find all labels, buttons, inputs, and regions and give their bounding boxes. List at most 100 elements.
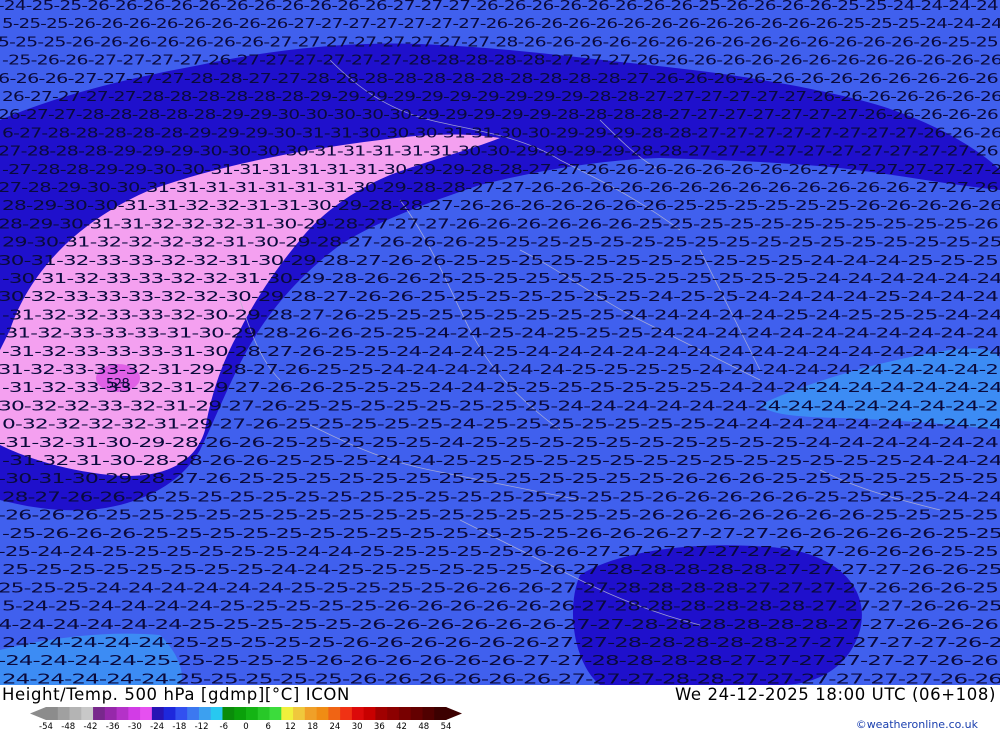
contour-label-row: -31-32-33-33-32-31-29-27-26-26-25-25-25-… bbox=[2, 381, 1000, 396]
contour-label-row: -31-32-31-30-29-28-26-26-25-25-25-25-25-… bbox=[0, 436, 998, 451]
scale-tick-label: -18 bbox=[172, 722, 187, 732]
contour-label-row: 31-32-33-33-32-31-29-28-27-26-25-25-24-2… bbox=[0, 363, 998, 378]
map-datetime: We 24-12-2025 18:00 UTC (06+108) bbox=[674, 685, 996, 704]
scale-swatch bbox=[81, 707, 94, 720]
scale-swatch bbox=[398, 707, 412, 720]
contour-label-row: -31-32-33-33-33-31-30-28-27-26-25-25-24-… bbox=[2, 345, 1000, 360]
contour-label-row: 5-25-25-26-26-26-26-26-26-26-27-27-27-27… bbox=[0, 35, 998, 50]
scale-swatch bbox=[434, 707, 447, 720]
color-scale-labels: -54 -48 -42 -36 -30 -24 -18 -12 -6 0 6 12 18 24 30 36 42… bbox=[34, 722, 466, 733]
scale-swatch bbox=[293, 707, 306, 720]
scale-swatch bbox=[340, 707, 353, 720]
contour-label-row: -27-28-28-29-29-30-30-31-31-31-31-31-31-… bbox=[2, 163, 1000, 178]
scale-swatch bbox=[304, 707, 317, 720]
scale-swatch bbox=[187, 707, 200, 720]
contour-label-row: 30-32-33-33-33-32-32-30-29-28-27-26-26-2… bbox=[0, 290, 998, 305]
contour-label-row: -25-26-26-27-27-27-27-26-27-27-27-27-27-… bbox=[2, 54, 1000, 69]
scale-swatch bbox=[116, 707, 129, 720]
contour-label-row: 29-30-31-32-32-32-32-31-30-29-28-27-26-2… bbox=[2, 236, 1000, 251]
contour-label-row: 30-32-32-33-32-31-29-27-26-25-25-25-25-2… bbox=[0, 399, 998, 414]
contour-label-row: -31-32-33-33-33-31-30-29-28-26-26-25-25-… bbox=[0, 327, 998, 342]
contour-label-row: -31-32-31-30-28-28-26-26-25-25-25-24-24-… bbox=[2, 454, 1000, 469]
contour-label-row: 28-29-30-31-31-32-32-32-31-30-29-28-27-2… bbox=[0, 217, 998, 232]
contour-label-row: -26-26-26-25-25-25-25-25-25-25-25-25-25-… bbox=[0, 509, 998, 524]
scale-swatch bbox=[57, 707, 70, 720]
scale-tick-label: 54 bbox=[440, 722, 452, 732]
contour-label-row: 24-24-24-24-24-25-25-25-25-25-26-26-26-2… bbox=[2, 672, 1000, 685]
scale-tick-label: 42 bbox=[396, 722, 407, 732]
scale-swatch bbox=[316, 707, 329, 720]
scale-swatch bbox=[422, 707, 435, 720]
scale-tick-label: -24 bbox=[150, 722, 165, 732]
scale-swatch bbox=[246, 707, 259, 720]
scale-tick-label: 24 bbox=[329, 722, 341, 732]
contour-label-row: 0-32-32-32-32-31-29-27-26-25-25-25-25-25… bbox=[2, 418, 1000, 433]
scale-swatch bbox=[140, 707, 153, 720]
scale-swatch bbox=[222, 707, 235, 720]
scale-tick-label: 18 bbox=[307, 722, 319, 732]
map-title: Height/Temp. 500 hPa [gdmp][°C] ICON bbox=[2, 685, 350, 704]
scale-swatch bbox=[104, 707, 117, 720]
contour-label-row: 28-29-30-30-31-31-32-32-31-31-30-29-28-2… bbox=[2, 199, 1000, 214]
contour-label-row: -24-24-24-24-25-25-25-25-25-26-26-26-26-… bbox=[0, 654, 998, 669]
contour-label-row: 28-27-26-26-26-25-25-25-25-25-25-25-25-2… bbox=[2, 490, 1000, 505]
scale-tick-label: -6 bbox=[219, 722, 229, 732]
scale-swatch bbox=[363, 707, 376, 720]
contour-label-row: 5-25-25-26-26-26-26-26-26-26-26-27-27-27… bbox=[2, 17, 1000, 32]
scale-swatch bbox=[351, 707, 365, 720]
contour-label-row: 24-24-24-24-24-25-25-25-25-25-26-26-26-2… bbox=[2, 636, 1000, 651]
scale-swatch bbox=[410, 707, 423, 720]
scale-tick-label: -12 bbox=[194, 722, 209, 732]
scale-swatch bbox=[328, 707, 341, 720]
scale-arrow-right bbox=[446, 707, 462, 720]
contour-label-row: 26-27-27-28-28-28-28-28-29-29-30-30-30-3… bbox=[0, 108, 998, 123]
scale-tick-label: 0 bbox=[243, 722, 249, 732]
scale-swatch bbox=[257, 707, 270, 720]
scale-swatch bbox=[151, 707, 165, 720]
scale-swatch bbox=[375, 707, 388, 720]
contour-label-row: -25-24-24-25-25-25-25-25-25-24-24-25-25-… bbox=[0, 545, 998, 560]
contour-label-row: 26-27-27-27-27-28-28-28-28-28-28-29-29-2… bbox=[2, 90, 1000, 105]
map-canvas: -24-25-25-26-26-26-26-26-26-26-26-26-26-… bbox=[0, 0, 1000, 685]
contour-label-row: 6-27-28-28-28-28-28-29-29-29-30-31-31-30… bbox=[2, 126, 1000, 141]
scale-arrow-left bbox=[30, 707, 46, 720]
scale-tick-label: 48 bbox=[418, 722, 430, 732]
scale-tick-label: -54 bbox=[39, 722, 53, 732]
scale-swatch bbox=[128, 707, 141, 720]
contour-label-row: 5-24-25-24-24-24-24-25-25-25-25-25-26-26… bbox=[2, 600, 1000, 615]
scale-tick-label: -36 bbox=[105, 722, 120, 732]
contour-label-row: 30-31-32-33-33-32-32-31-30-29-28-27-26-2… bbox=[0, 254, 998, 269]
contour-label-row: 25-25-25-25-25-25-25-25-24-24-25-25-25-2… bbox=[2, 563, 1000, 578]
contour-label-row: -25-26-26-26-25-25-25-25-25-25-25-25-25-… bbox=[2, 527, 1000, 542]
scale-tick-label: -48 bbox=[61, 722, 76, 732]
contour-label-row: 27-28-29-30-30-31-31-31-31-31-31-31-30-2… bbox=[0, 181, 998, 196]
scale-tick-label: 6 bbox=[265, 722, 271, 732]
scale-tick-label: 30 bbox=[351, 722, 363, 732]
contour-label-row: -30-31-32-33-33-32-32-31-30-29-28-26-26-… bbox=[2, 272, 1000, 287]
scale-swatch bbox=[234, 707, 247, 720]
scale-swatch bbox=[175, 707, 188, 720]
scale-swatch bbox=[163, 707, 176, 720]
contour-label-row: 6-26-26-27-27-27-27-28-28-27-27-28-28-28… bbox=[0, 72, 998, 87]
scale-tick-label: 36 bbox=[373, 722, 385, 732]
contour-label-row: -31-32-32-33-33-32-30-29-28-27-26-25-25-… bbox=[2, 308, 1000, 323]
scale-swatch bbox=[387, 707, 400, 720]
weather-map: -24-25-25-26-26-26-26-26-26-26-26-26-26-… bbox=[0, 0, 1000, 685]
scale-swatch bbox=[198, 707, 212, 720]
contour-label-row: 4-24-24-24-24-24-25-25-25-25-25-26-26-26… bbox=[0, 618, 998, 633]
contour-label-row: -24-25-25-26-26-26-26-26-26-26-26-26-26-… bbox=[0, 0, 998, 14]
scale-tick-label: 12 bbox=[285, 722, 296, 732]
scale-tick-label: -42 bbox=[83, 722, 98, 732]
scale-swatch bbox=[46, 707, 59, 720]
contour-label-row: 25-25-25-24-24-24-24-24-24-25-25-25-25-2… bbox=[0, 581, 998, 596]
scale-swatch bbox=[281, 707, 294, 720]
map-footer: Height/Temp. 500 hPa [gdmp][°C] ICON We … bbox=[0, 685, 1000, 733]
credit-link[interactable]: ©weatheronline.co.uk bbox=[856, 718, 978, 731]
scale-swatch bbox=[69, 707, 82, 720]
scale-tick-label: -30 bbox=[127, 722, 142, 732]
contour-label-row: -30-31-30-29-28-27-26-25-25-25-25-25-25-… bbox=[0, 472, 998, 487]
scale-swatch bbox=[210, 707, 223, 720]
marker-label: 528 bbox=[106, 377, 130, 392]
color-scale-bar bbox=[30, 707, 462, 720]
contour-label-row: 27-28-28-28-29-29-29-30-30-30-30-31-31-3… bbox=[0, 145, 998, 160]
